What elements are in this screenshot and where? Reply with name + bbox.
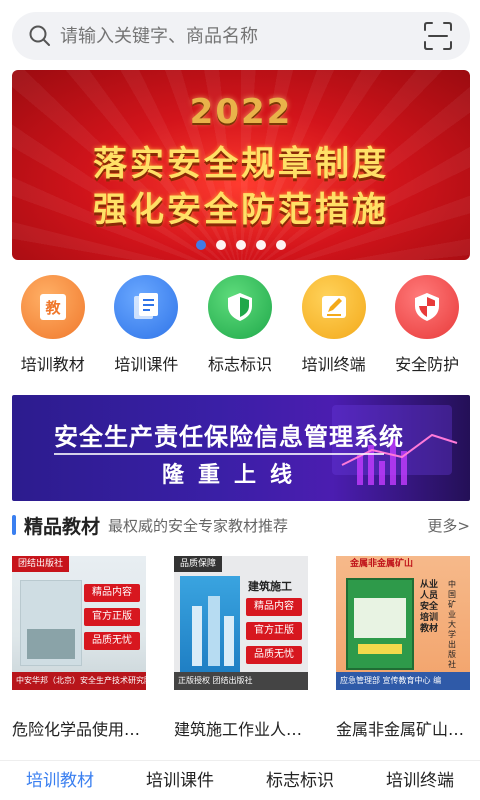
book-title: 金属非金属矿山… (336, 720, 465, 739)
courseware-icon (114, 275, 179, 339)
section-accent-bar (12, 515, 16, 535)
book-title: 建筑施工作业人… (174, 720, 303, 739)
category-label: 培训课件 (114, 355, 179, 374)
terminal-edit-icon (301, 275, 366, 339)
search-icon (28, 24, 52, 48)
cover-publisher: 中国矿业大学出版社 (448, 580, 456, 669)
cover-footer: 中安华邦（北京）安全生产技术研究院 编 (12, 672, 146, 690)
book-card[interactable]: 金属非金属矿山 从业人员安全培训教材 中国矿业大学出版社 应急管理部 宣传教育中… (336, 556, 470, 740)
more-link[interactable]: 更多> (427, 515, 470, 536)
banner-dot-1[interactable] (196, 240, 206, 250)
cover-tag: 团结出版社 (12, 556, 70, 572)
banner-dot-3[interactable] (236, 240, 246, 250)
textbook-icon: 教 (20, 275, 85, 339)
cover-heading: 从业人员安全培训教材 (420, 580, 439, 634)
promo-banner[interactable]: 2022 落实安全规章制度 强化安全防范措施 (12, 70, 470, 260)
category-signs[interactable]: 标志标识 (196, 275, 284, 383)
banner-dot-2[interactable] (216, 240, 226, 250)
book-card[interactable]: 品质保障 建筑施工 精品内容 官方正版 品质无忧 正版授权 团结出版社 建筑施工… (174, 556, 308, 740)
banner-pagination (12, 240, 470, 250)
category-courseware[interactable]: 培训课件 (102, 275, 190, 383)
book-cover: 金属非金属矿山 从业人员安全培训教材 中国矿业大学出版社 应急管理部 宣传教育中… (336, 556, 470, 690)
category-terminal[interactable]: 培训终端 (290, 275, 378, 383)
book-list: 团结出版社 精品内容 官方正版 品质无忧 中安华邦（北京）安全生产技术研究院 编… (12, 556, 470, 740)
book-title: 危险化学品使用… (12, 720, 141, 739)
book-cover: 品质保障 建筑施工 精品内容 官方正版 品质无忧 正版授权 团结出版社 (174, 556, 308, 690)
book-card[interactable]: 团结出版社 精品内容 官方正版 品质无忧 中安华邦（北京）安全生产技术研究院 编… (12, 556, 146, 740)
shield-check-icon (207, 275, 272, 339)
cover-badge: 官方正版 (84, 608, 140, 626)
banner-dot-5[interactable] (276, 240, 286, 250)
section-title: 精品教材 (24, 515, 101, 538)
tab-terminal[interactable]: 培训终端 (360, 761, 480, 800)
category-grid: 教 培训教材 培训课件 标志标识 培训终端 安全防护 (0, 275, 480, 383)
banner2-subtitle: 隆重上线 (162, 463, 307, 488)
section-subtitle: 最权威的安全专家教材推荐 (108, 516, 289, 535)
cover-photo (346, 578, 414, 670)
cover-badge: 精品内容 (84, 584, 140, 602)
book-cover: 团结出版社 精品内容 官方正版 品质无忧 中安华邦（北京）安全生产技术研究院 编 (12, 556, 146, 690)
featured-section-header: 精品教材 最权威的安全专家教材推荐 更多> (12, 510, 470, 540)
cover-photo (20, 580, 82, 666)
cover-badges: 精品内容 官方正版 品质无忧 (84, 584, 140, 650)
cover-badges: 精品内容 官方正版 品质无忧 (246, 598, 302, 664)
banner2-divider (54, 453, 384, 455)
banner-dot-4[interactable] (256, 240, 266, 250)
cover-footer: 应急管理部 宣传教育中心 编 (336, 672, 470, 690)
cover-photo (180, 576, 240, 672)
cover-badge: 品质无忧 (246, 646, 302, 664)
category-label: 培训教材 (20, 355, 85, 374)
shield-icon (395, 275, 460, 339)
banner-headline-2: 强化安全防范措施 (93, 190, 389, 230)
tab-courseware[interactable]: 培训课件 (120, 761, 240, 800)
cover-badge: 品质无忧 (84, 632, 140, 650)
tab-signs[interactable]: 标志标识 (240, 761, 360, 800)
category-label: 安全防护 (395, 355, 460, 374)
search-input[interactable] (60, 25, 422, 47)
cover-footer: 正版授权 团结出版社 (174, 672, 308, 690)
svg-text:教: 教 (44, 299, 61, 317)
cover-tag: 金属非金属矿山 (350, 559, 414, 569)
system-launch-banner[interactable]: 安全生产责任保险信息管理系统 隆重上线 (12, 395, 470, 501)
cover-heading: 建筑施工 (248, 580, 292, 593)
category-label: 标志标识 (207, 355, 272, 374)
scan-icon[interactable] (422, 20, 454, 52)
cover-badge: 精品内容 (246, 598, 302, 616)
bottom-tab-bar: 培训教材 培训课件 标志标识 培训终端 (0, 760, 480, 800)
tab-textbook[interactable]: 培训教材 (0, 761, 120, 800)
category-label: 培训终端 (301, 355, 366, 374)
search-bar[interactable] (12, 12, 470, 60)
category-protection[interactable]: 安全防护 (383, 275, 471, 383)
cover-tag: 品质保障 (174, 556, 223, 572)
banner-headline-1: 落实安全规章制度 (93, 144, 389, 184)
banner-year: 2022 (189, 92, 293, 132)
cover-badge: 官方正版 (246, 622, 302, 640)
banner2-title: 安全生产责任保险信息管理系统 (54, 423, 404, 451)
category-textbook[interactable]: 教 培训教材 (9, 275, 97, 383)
